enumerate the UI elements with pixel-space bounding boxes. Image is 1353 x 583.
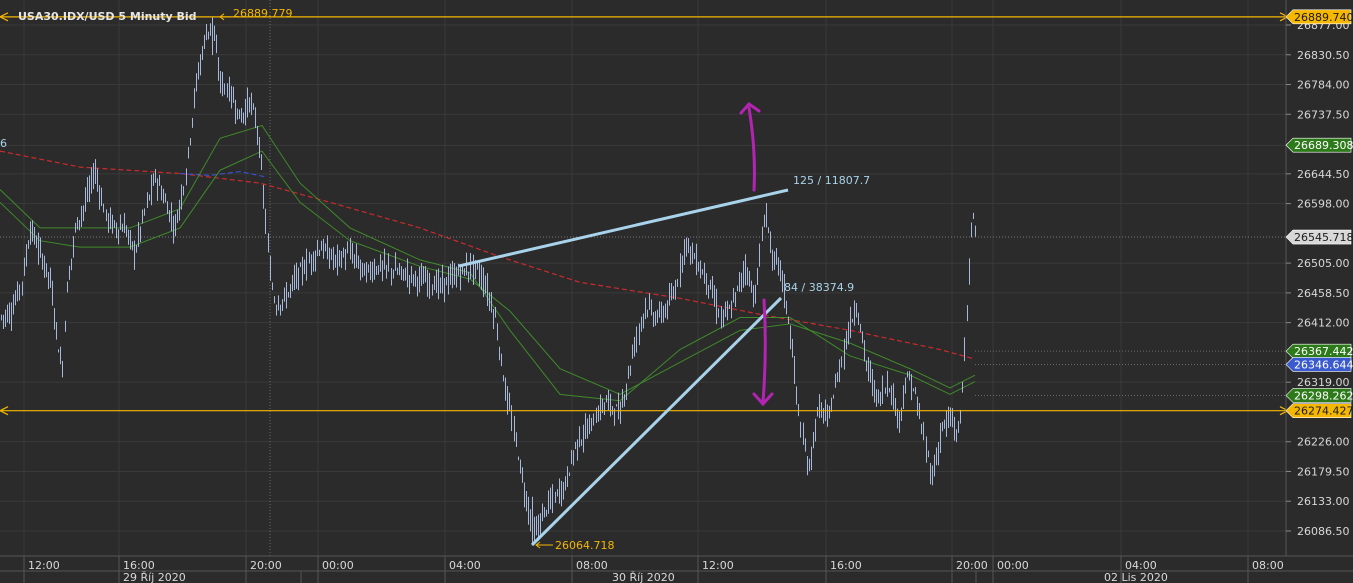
price-tick-label: 26505.00 [1297,257,1350,270]
low-price-label: 26064.718 [555,539,615,552]
time-tick-label: 08:00 [576,559,608,572]
price-badge-label: 26298.262 [1294,389,1353,402]
lower-trendline-label: 84 / 38374.9 [784,281,854,294]
price-badge-label: 26545.718 [1294,231,1353,244]
date-label: 02 Lis 2020 [1104,571,1168,583]
price-tick-label: 26737.50 [1297,108,1350,121]
time-tick-label: 00:00 [997,559,1029,572]
price-tick-label: 26133.00 [1297,495,1350,508]
time-tick-label: 00:00 [322,559,354,572]
chart-background [0,0,1353,583]
price-tick-label: 26226.00 [1297,436,1350,449]
price-badge-label: 26367.442 [1294,345,1353,358]
price-badge-label: 26689.308 [1294,139,1353,152]
price-tick-label: 26598.00 [1297,198,1350,211]
time-tick-label: 04:00 [449,559,481,572]
price-tick-label: 26086.50 [1297,525,1350,538]
price-badge-label: 26889.740 [1294,11,1353,24]
upper-trendline-label: 125 / 11807.7 [793,174,870,187]
price-tick-label: 26319.00 [1297,376,1350,389]
price-tick-label: 26644.50 [1297,168,1350,181]
left-edge-label: 6 [0,137,7,150]
time-tick-label: 08:00 [1252,559,1284,572]
high-price-label: 26889.779 [233,7,293,20]
price-tick-label: 26784.00 [1297,79,1350,92]
price-tick-label: 26830.50 [1297,49,1350,62]
date-label: 29 Říj 2020 [123,571,186,583]
price-tick-label: 26179.50 [1297,465,1350,478]
time-tick-label: 16:00 [830,559,862,572]
time-tick-label: 20:00 [250,559,282,572]
time-tick-label: 12:00 [702,559,734,572]
price-chart[interactable]: 26877.0026830.5026784.0026737.5026689.00… [0,0,1353,583]
price-tick-label: 26458.50 [1297,287,1350,300]
price-badge-label: 26346.644 [1294,358,1353,371]
price-tick-label: 26412.00 [1297,317,1350,330]
date-label: 30 Říj 2020 [612,571,675,583]
time-tick-label: 12:00 [28,559,60,572]
chart-title: USA30.IDX/USD 5 Minuty Bid [18,10,197,23]
price-badge-label: 26274.427 [1294,405,1353,418]
time-tick-label: 20:00 [956,559,988,572]
